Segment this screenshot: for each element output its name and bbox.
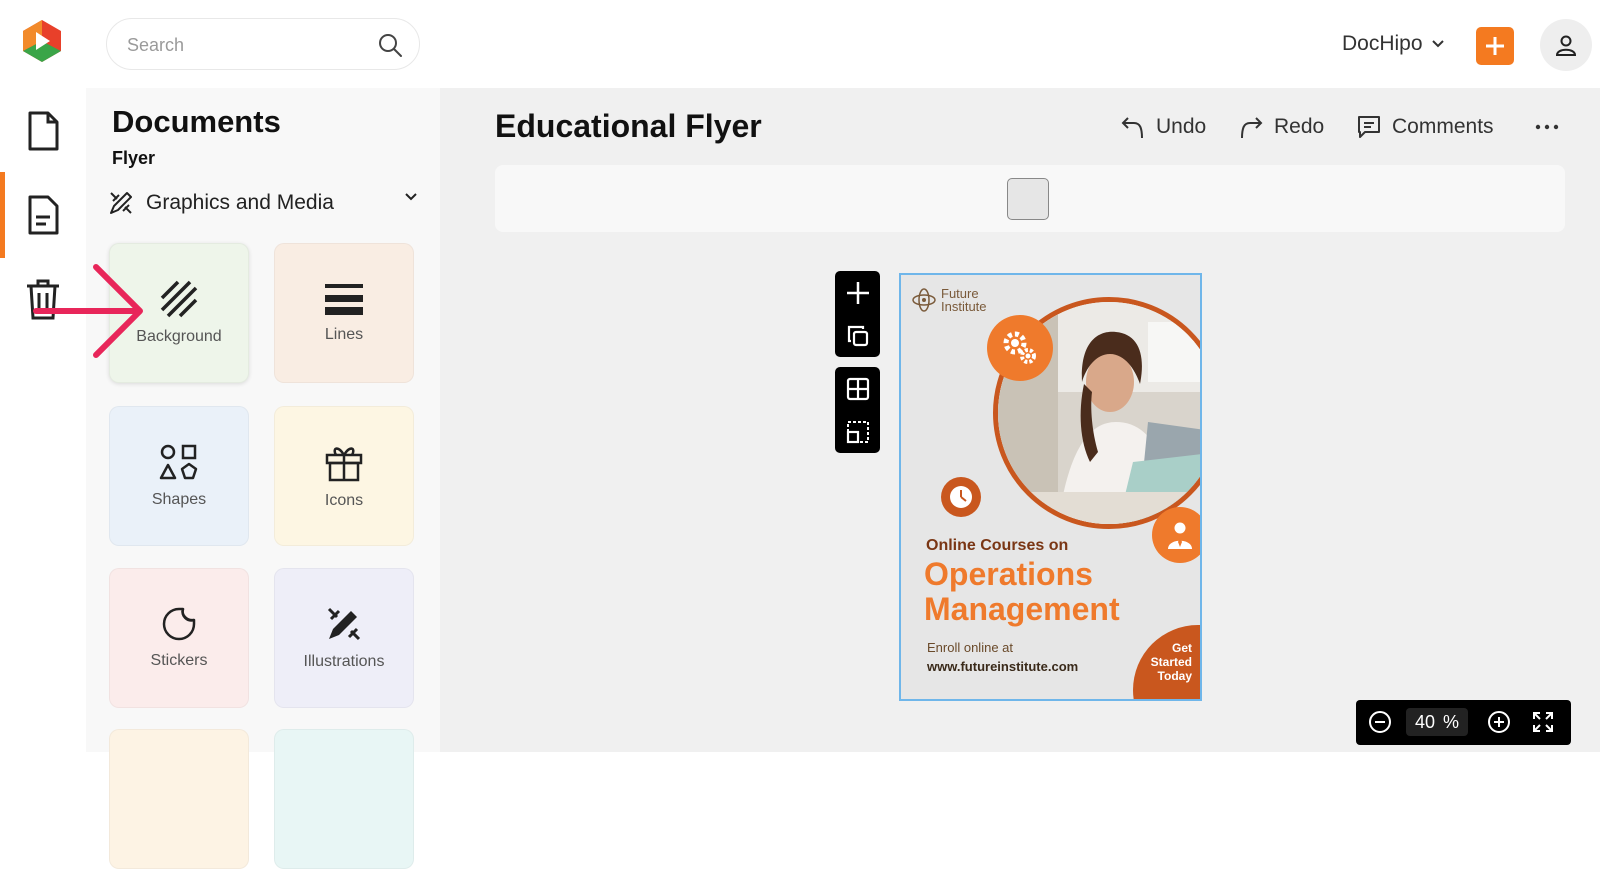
plus-icon (1486, 37, 1504, 55)
category-label: Graphics and Media (146, 191, 334, 214)
comments-button[interactable]: Comments (1356, 112, 1494, 142)
trash-icon (27, 279, 59, 320)
tile-label: Shapes (151, 491, 207, 508)
tile-more[interactable] (274, 729, 414, 869)
comment-icon (1358, 116, 1380, 138)
flyer-canvas[interactable]: Future Institute Online Courses on Opera… (899, 273, 1202, 701)
tile-label: Background (136, 328, 222, 345)
editor-area: Educational Flyer Undo Redo Comments Fut… (440, 88, 1600, 752)
search-box (106, 18, 420, 70)
headline-line-2: Management (924, 591, 1120, 627)
page-tools-top (835, 271, 880, 357)
account-name: DocHipo (1342, 32, 1423, 55)
flyer-enroll-text[interactable]: Enroll online at (927, 640, 1013, 655)
zoom-out-button[interactable] (1367, 709, 1393, 735)
headline-line-1: Operations (924, 556, 1093, 592)
person-badge[interactable] (1152, 507, 1200, 563)
undo-button[interactable]: Undo (1120, 112, 1206, 142)
rail-item-trash[interactable] (0, 256, 86, 342)
flyer-url[interactable]: www.futureinstitute.com (927, 659, 1078, 674)
left-rail (0, 88, 86, 752)
side-panel: Documents Flyer Graphics and Media Backg… (86, 88, 440, 869)
pen-ruler-icon (110, 192, 132, 214)
tile-background[interactable]: Background (109, 243, 249, 383)
grid-icon[interactable] (846, 377, 870, 401)
gears-icon (1003, 331, 1036, 364)
fullscreen-button[interactable] (1530, 709, 1556, 735)
zoom-in-button[interactable] (1486, 709, 1512, 735)
search-input[interactable] (127, 33, 367, 57)
gear-badge[interactable] (987, 315, 1053, 381)
tile-label: Icons (324, 492, 364, 509)
user-avatar-button[interactable] (1540, 19, 1592, 71)
redo-button[interactable]: Redo (1238, 112, 1324, 142)
page-tools-bottom (835, 367, 880, 453)
flyer-headline[interactable]: Operations Management (924, 557, 1120, 627)
redo-icon (1241, 117, 1263, 139)
search-icon[interactable] (377, 32, 403, 58)
zoom-value: 40 (1414, 711, 1435, 732)
undo-label: Undo (1156, 115, 1207, 138)
chevron-down-icon (405, 193, 417, 201)
panel-subtitle: Flyer (112, 148, 156, 168)
logo-line-2: Institute (941, 299, 987, 314)
zoom-level[interactable]: 40 % (1406, 708, 1468, 736)
category-dropdown[interactable]: Graphics and Media (108, 188, 418, 218)
cta-line-3: Today (1157, 669, 1192, 683)
zoom-unit: % (1443, 711, 1460, 732)
pen-brush-icon (327, 607, 361, 641)
flyer-kicker[interactable]: Online Courses on (926, 537, 1068, 555)
person-icon (1168, 522, 1192, 549)
user-icon (1555, 35, 1577, 56)
tile-icons[interactable]: Icons (274, 406, 414, 546)
tile-label: Stickers (150, 652, 208, 669)
plus-icon[interactable] (845, 280, 871, 306)
account-switcher[interactable]: DocHipo (1342, 30, 1445, 58)
cta-line-2: Started (1150, 655, 1192, 669)
more-horizontal-icon (1535, 124, 1559, 130)
clock-badge[interactable] (941, 477, 981, 517)
tile-more[interactable] (109, 729, 249, 869)
comments-label: Comments (1392, 115, 1494, 138)
duplicate-icon[interactable] (846, 324, 870, 348)
tile-shapes[interactable]: Shapes (109, 406, 249, 546)
chevron-down-icon (1431, 40, 1444, 48)
top-header: DocHipo (0, 0, 1600, 88)
properties-bar (495, 165, 1565, 232)
zoom-controls: 40 % (1356, 700, 1571, 745)
tile-lines[interactable]: Lines (274, 243, 414, 383)
cta-text[interactable]: Get Started Today (1137, 641, 1192, 683)
document-lines-icon (28, 195, 59, 235)
app-logo-icon[interactable] (19, 18, 65, 64)
redo-label: Redo (1274, 115, 1325, 138)
document-title[interactable]: Educational Flyer (495, 108, 762, 145)
resize-icon[interactable] (846, 420, 870, 444)
zoom-in-icon (1488, 711, 1510, 733)
sticker-icon (162, 607, 196, 641)
tile-label: Illustrations (303, 653, 385, 670)
undo-icon (1121, 117, 1143, 139)
clock-icon (950, 486, 972, 508)
more-options-button[interactable] (1534, 112, 1560, 142)
rail-item-templates[interactable] (0, 172, 86, 258)
fullscreen-icon (1533, 712, 1553, 732)
institute-logo[interactable]: Future Institute (911, 287, 987, 313)
rail-item-documents[interactable] (0, 88, 86, 174)
hatch-pattern-icon (160, 280, 198, 318)
tile-label: Lines (324, 326, 364, 343)
orbit-logo-icon (912, 288, 936, 312)
panel-title: Documents (112, 104, 281, 139)
cta-line-1: Get (1171, 641, 1192, 655)
lines-icon (325, 284, 363, 315)
zoom-out-icon (1369, 711, 1391, 733)
gift-icon (325, 447, 363, 482)
create-button[interactable] (1476, 27, 1514, 65)
tile-stickers[interactable]: Stickers (109, 568, 249, 708)
tile-illustrations[interactable]: Illustrations (274, 568, 414, 708)
color-swatch[interactable] (1007, 178, 1049, 220)
file-icon (28, 111, 59, 151)
shapes-icon (159, 444, 198, 480)
